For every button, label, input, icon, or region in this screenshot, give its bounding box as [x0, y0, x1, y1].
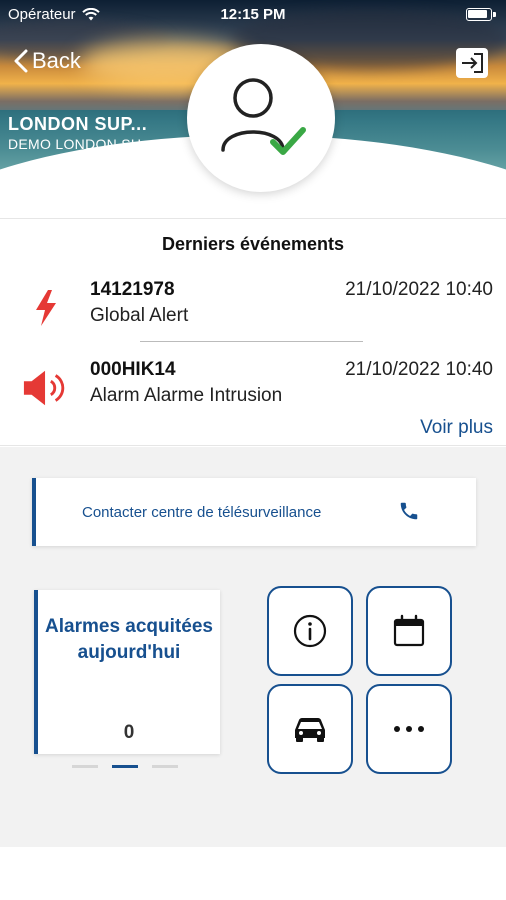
event-description: Global Alert: [90, 305, 189, 326]
calendar-icon: [393, 614, 425, 647]
carousel-dot[interactable]: [152, 765, 178, 768]
site-name: LONDON SUP...: [8, 114, 148, 134]
site-subtitle: DEMO LONDON SU: [8, 136, 142, 152]
info-icon: [293, 614, 327, 648]
events-card: Derniers événements 14121978 Global Aler…: [0, 218, 506, 446]
speaker-alarm-icon: [22, 367, 70, 409]
event-datetime: 21/10/2022 10:40: [345, 279, 493, 300]
event-code: 000HIK14: [90, 359, 176, 380]
stats-value: 0: [123, 722, 135, 743]
logout-icon: [462, 53, 483, 73]
carousel-dot[interactable]: [72, 765, 98, 768]
more-icon: [394, 726, 424, 732]
lightning-icon: [22, 287, 70, 329]
status-bar: Opérateur 12:15 PM: [0, 0, 506, 28]
phone-icon: [400, 502, 418, 520]
event-code: 14121978: [90, 279, 175, 300]
events-title: Derniers événements: [161, 234, 345, 254]
info-button[interactable]: [267, 586, 353, 676]
vehicle-button[interactable]: [267, 684, 353, 774]
carousel-indicator[interactable]: [72, 765, 178, 768]
user-verified-icon: [221, 78, 306, 155]
bottom-area: [0, 847, 506, 900]
divider: [140, 341, 363, 342]
event-datetime: 21/10/2022 10:40: [345, 359, 493, 380]
dashboard-area: Contacter centre de télésurveillance Ala…: [0, 447, 506, 847]
contact-monitoring-button[interactable]: Contacter centre de télésurveillance: [32, 478, 476, 546]
battery-icon: [466, 8, 496, 21]
calendar-button[interactable]: [366, 586, 452, 676]
contact-label: Contacter centre de télésurveillance: [82, 503, 322, 521]
avatar[interactable]: [187, 44, 335, 192]
see-more-link[interactable]: Voir plus: [420, 417, 493, 439]
more-button[interactable]: [366, 684, 452, 774]
event-row[interactable]: 000HIK14 Alarm Alarme Intrusion 21/10/20…: [0, 357, 506, 417]
chevron-left-icon: [14, 49, 28, 73]
stats-card[interactable]: Alarmes acquitées aujourd'hui 0: [34, 590, 220, 754]
event-description: Alarm Alarme Intrusion: [90, 385, 283, 406]
clock: 12:15 PM: [220, 6, 286, 23]
stats-label: Alarmes acquitées aujourd'hui: [45, 616, 213, 663]
logout-button[interactable]: [456, 48, 488, 78]
car-icon: [295, 718, 325, 742]
event-row[interactable]: 14121978 Global Alert 21/10/2022 10:40: [0, 277, 506, 337]
carousel-dot-active[interactable]: [112, 765, 138, 768]
back-label: Back: [32, 48, 81, 73]
back-button[interactable]: Back: [14, 48, 81, 74]
